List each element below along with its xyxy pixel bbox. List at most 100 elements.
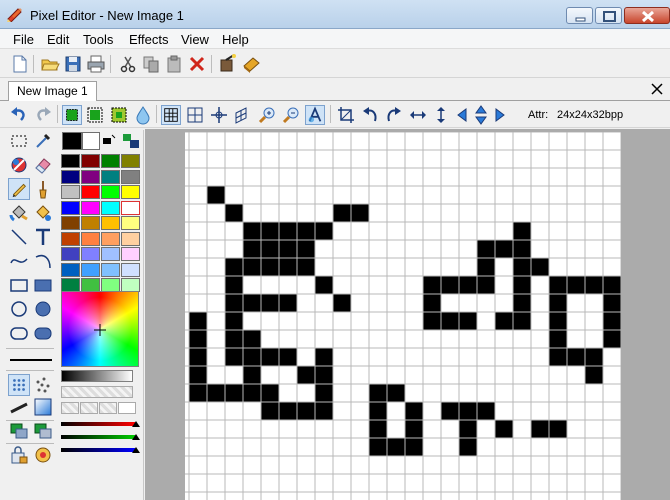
color-swatch[interactable]: [101, 154, 120, 168]
filled-pixel[interactable]: [279, 402, 297, 420]
filled-pixel[interactable]: [297, 240, 315, 258]
filled-pixel[interactable]: [513, 294, 531, 312]
pixel-canvas[interactable]: [185, 131, 622, 500]
filled-pixel[interactable]: [495, 312, 513, 330]
filled-pixel[interactable]: [261, 258, 279, 276]
pixel-grid[interactable]: [185, 131, 622, 500]
menu-tools[interactable]: Tools: [83, 32, 113, 47]
open-folder-icon[interactable]: [40, 54, 60, 74]
filled-pixel[interactable]: [261, 240, 279, 258]
filled-pixel[interactable]: [189, 384, 207, 402]
filled-pixel[interactable]: [243, 222, 261, 240]
filled-pixel[interactable]: [225, 258, 243, 276]
filled-pixel[interactable]: [459, 438, 477, 456]
filled-pixel[interactable]: [477, 240, 495, 258]
filled-pixel[interactable]: [513, 240, 531, 258]
filled-pixel[interactable]: [387, 384, 405, 402]
color-wheel[interactable]: [61, 291, 139, 367]
arc-icon[interactable]: [32, 250, 54, 272]
filled-pixel[interactable]: [585, 366, 603, 384]
red-slider-thumb-icon[interactable]: [132, 421, 140, 427]
filled-pixel[interactable]: [549, 348, 567, 366]
filled-pixel[interactable]: [189, 366, 207, 384]
color-swatch[interactable]: [81, 262, 100, 277]
text-antialias-icon[interactable]: [305, 105, 325, 125]
color-swatch[interactable]: [61, 278, 80, 292]
filled-pixel[interactable]: [297, 222, 315, 240]
filled-pixel[interactable]: [459, 276, 477, 294]
filled-pixel[interactable]: [387, 438, 405, 456]
line-icon[interactable]: [8, 226, 30, 248]
filled-pixel[interactable]: [225, 204, 243, 222]
zoom-out-icon[interactable]: [281, 105, 301, 125]
filled-pixel[interactable]: [279, 258, 297, 276]
transparency-drop-icon[interactable]: [133, 105, 153, 125]
color-swatch[interactable]: [121, 231, 140, 246]
filled-pixel[interactable]: [189, 312, 207, 330]
pattern-swatch-3[interactable]: [99, 402, 117, 414]
text-icon[interactable]: [32, 226, 54, 248]
palette-options-icon[interactable]: [122, 133, 140, 149]
filled-pixel[interactable]: [261, 402, 279, 420]
filled-pixel[interactable]: [369, 438, 387, 456]
filled-pixel[interactable]: [405, 420, 423, 438]
color-swatch[interactable]: [101, 231, 120, 246]
close-button[interactable]: [624, 7, 670, 24]
filled-pixel[interactable]: [531, 420, 549, 438]
rotate-left-icon[interactable]: [360, 105, 380, 125]
filled-pixel[interactable]: [315, 348, 333, 366]
rectangle-filled-icon[interactable]: [32, 274, 54, 296]
curve-icon[interactable]: [8, 250, 30, 272]
book-icon[interactable]: [241, 54, 261, 74]
color-swatch[interactable]: [81, 231, 100, 246]
filled-pixel[interactable]: [549, 330, 567, 348]
filled-pixel[interactable]: [279, 294, 297, 312]
filled-pixel[interactable]: [189, 348, 207, 366]
filled-pixel[interactable]: [315, 222, 333, 240]
filled-pixel[interactable]: [405, 402, 423, 420]
crosshair-icon[interactable]: [209, 105, 229, 125]
filled-pixel[interactable]: [333, 204, 351, 222]
filled-pixel[interactable]: [423, 294, 441, 312]
tab-new-image-1[interactable]: New Image 1: [8, 81, 97, 101]
primary-color[interactable]: [62, 132, 82, 150]
color-swatch[interactable]: [121, 185, 140, 199]
menu-file[interactable]: File: [13, 32, 34, 47]
filled-pixel[interactable]: [207, 384, 225, 402]
color-swatch[interactable]: [101, 185, 120, 199]
filled-pixel[interactable]: [297, 258, 315, 276]
fill-bucket-icon[interactable]: [8, 202, 30, 224]
filled-pixel[interactable]: [333, 294, 351, 312]
color-swatch[interactable]: [81, 154, 100, 168]
line-width-icon[interactable]: [8, 354, 54, 366]
filled-pixel[interactable]: [279, 222, 297, 240]
filled-pixel[interactable]: [513, 258, 531, 276]
menu-help[interactable]: Help: [222, 32, 249, 47]
ellipse-filled-icon[interactable]: [32, 298, 54, 320]
filled-pixel[interactable]: [279, 240, 297, 258]
filled-pixel[interactable]: [279, 348, 297, 366]
filled-pixel[interactable]: [441, 276, 459, 294]
grayscale-slider[interactable]: [61, 370, 133, 382]
color-swatch[interactable]: [121, 247, 140, 261]
filled-pixel[interactable]: [297, 402, 315, 420]
green-slider-thumb-icon[interactable]: [132, 434, 140, 440]
filled-pixel[interactable]: [513, 276, 531, 294]
eyedropper-icon[interactable]: [32, 130, 54, 152]
perspective-grid-icon[interactable]: [232, 105, 252, 125]
color-swatch[interactable]: [81, 216, 100, 230]
filled-pixel[interactable]: [261, 222, 279, 240]
filled-pixel[interactable]: [315, 366, 333, 384]
brush-icon[interactable]: [32, 178, 54, 200]
filled-pixel[interactable]: [225, 312, 243, 330]
filled-pixel[interactable]: [369, 384, 387, 402]
layer-merge-icon[interactable]: [32, 420, 54, 442]
layer-copy-icon[interactable]: [8, 420, 30, 442]
color-replace-icon[interactable]: [8, 154, 30, 176]
filled-pixel[interactable]: [261, 384, 279, 402]
filled-pixel[interactable]: [243, 366, 261, 384]
color-swatch[interactable]: [61, 169, 80, 184]
crop-icon[interactable]: [336, 105, 356, 125]
color-swatch[interactable]: [81, 200, 100, 215]
effects-wand-icon[interactable]: [218, 54, 238, 74]
